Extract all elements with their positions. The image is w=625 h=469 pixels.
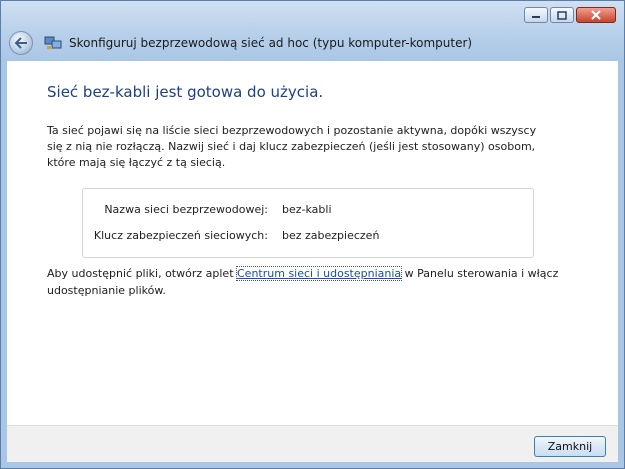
close-icon [591,10,601,20]
minimize-icon [532,16,540,18]
wizard-window: Skonfiguruj bezprzewodową sieć ad hoc (t… [0,0,625,469]
network-name-row: Nazwa sieci bezprzewodowej: bez-kabli [83,203,533,219]
network-info-box: Nazwa sieci bezprzewodowej: bez-kabli Kl… [82,188,534,258]
network-center-link[interactable]: Centrum sieci i udostępniania [235,266,403,281]
back-button[interactable] [9,31,33,55]
network-name-value: bez-kabli [282,203,332,216]
network-computers-icon [44,36,62,49]
security-key-value: bez zabezpieczeń [282,229,380,242]
share-instructions: Aby udostępnić pliki, otwórz aplet Centr… [47,265,567,299]
footer-bar: Zamknij [7,425,618,462]
minimize-button[interactable] [524,7,548,23]
page-heading: Sieć bez-kabli jest gotowa do użycia. [47,83,324,101]
close-window-button[interactable] [576,7,616,23]
description-text: Ta sieć pojawi się na liście sieci bezpr… [47,124,537,169]
maximize-button[interactable] [550,7,574,23]
window-title: Skonfiguruj bezprzewodową sieć ad hoc (t… [69,36,473,50]
caption-buttons [524,7,616,23]
close-button[interactable]: Zamknij [534,436,606,457]
security-key-row: Klucz zabezpieczeń sieciowych: bez zabez… [83,229,533,245]
share-text-before: Aby udostępnić pliki, otwórz aplet [47,267,237,280]
back-arrow-icon [14,37,27,49]
security-key-label: Klucz zabezpieczeń sieciowych: [93,229,268,242]
content-area: Sieć bez-kabli jest gotowa do użycia. Ta… [7,61,618,425]
maximize-icon [557,10,567,20]
network-name-label: Nazwa sieci bezprzewodowej: [104,203,268,216]
